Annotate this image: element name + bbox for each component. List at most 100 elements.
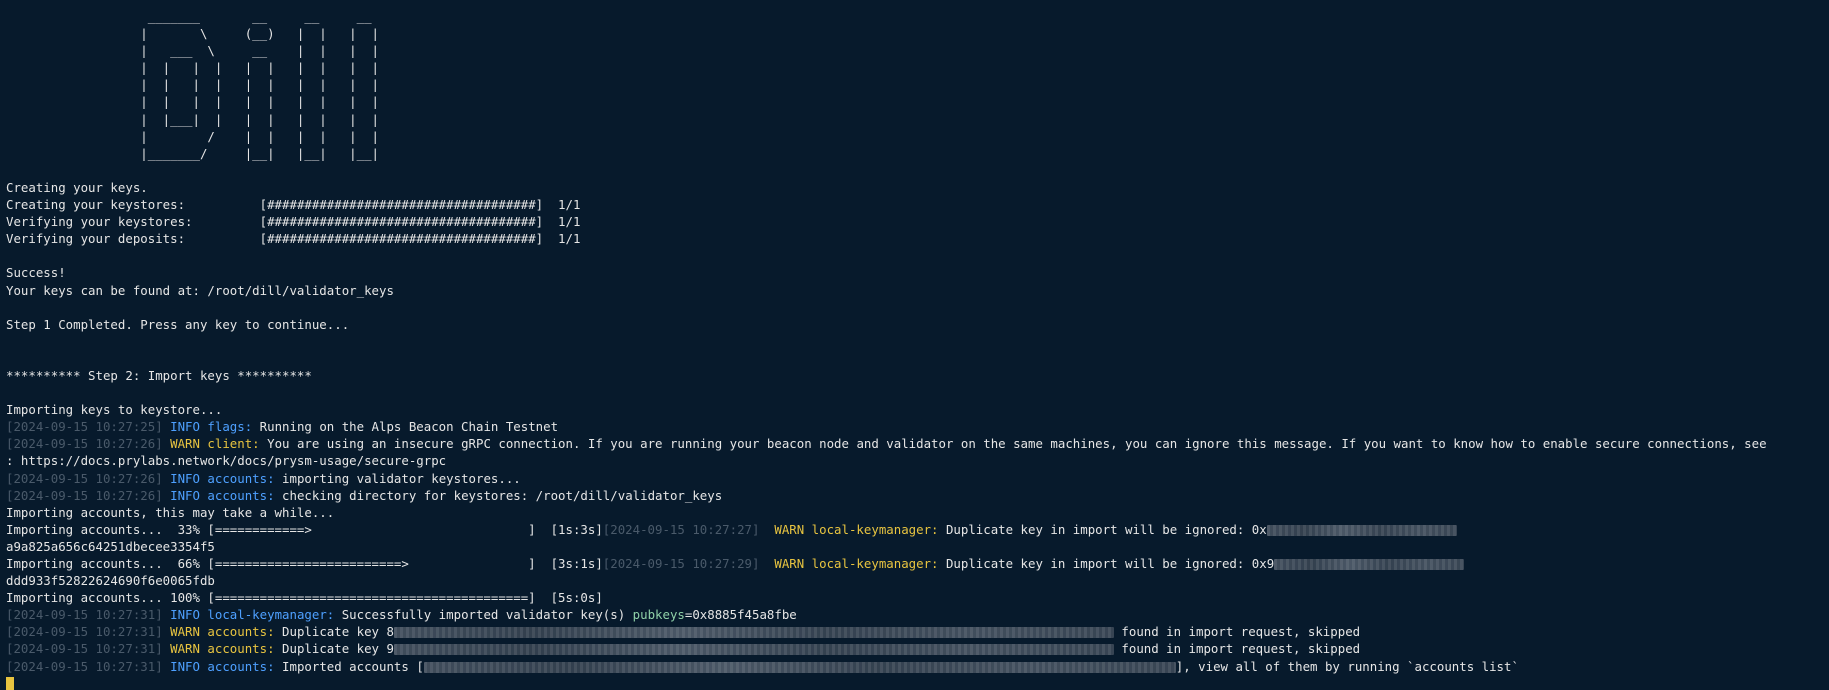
log-module: local-keymanager: xyxy=(804,556,939,571)
log-timestamp: [2024-09-15 10:27:27] xyxy=(602,521,760,537)
step2-header-line: ********** Step 2: Import keys *********… xyxy=(6,367,312,383)
progress-label: Creating your keystores: xyxy=(6,197,260,213)
ascii-banner-line: _______ __ __ __ xyxy=(6,9,372,24)
log-line: [2024-09-15 10:27:31] INFO local-keymana… xyxy=(6,606,1829,623)
log-module: accounts: xyxy=(199,624,275,640)
log-timestamp: [2024-09-15 10:27:29] xyxy=(602,556,760,571)
progress-bar: [####################################] xyxy=(259,231,544,247)
log-continuation-line: : https://docs.prylabs.network/docs/prys… xyxy=(6,453,447,469)
keys-location-line: Your keys can be found at: /root/dill/va… xyxy=(6,282,394,298)
log-continuation-line: a9a825a656c64251dbecee3354f5 xyxy=(6,538,215,554)
log-timestamp: [2024-09-15 10:27:31] xyxy=(6,607,163,623)
log-message-tail: found in import request, skipped xyxy=(1113,624,1361,640)
log-level-info: INFO xyxy=(162,470,200,486)
progress-label: Verifying your keystores: xyxy=(6,214,260,230)
log-level-warn: WARN xyxy=(162,436,200,452)
log-timestamp: [2024-09-15 10:27:26] xyxy=(6,436,163,452)
import-progress-line: Importing accounts... 33% [============>… xyxy=(6,521,1829,538)
log-module: local-keymanager: xyxy=(199,607,335,623)
log-module: client: xyxy=(199,436,260,452)
log-message: importing validator keystores... xyxy=(274,470,521,486)
log-message: Successfully imported validator key(s) xyxy=(334,607,633,623)
log-continuation-line: ddd933f52822624690f6e0065fdb xyxy=(6,573,215,589)
redacted-key-blur xyxy=(423,661,1176,673)
log-message: Imported accounts [ xyxy=(274,658,424,674)
log-line: [2024-09-15 10:27:26] INFO accounts: imp… xyxy=(6,470,1829,487)
ascii-banner-line: |_______/ |__| |__| |__| xyxy=(6,145,379,161)
log-module: accounts: xyxy=(199,641,275,657)
log-timestamp: [2024-09-15 10:27:31] xyxy=(6,641,163,657)
log-level-warn: WARN xyxy=(162,624,200,640)
log-line: [2024-09-15 10:27:25] INFO flags: Runnin… xyxy=(6,418,1829,435)
log-level-warn: WARN xyxy=(759,556,805,571)
log-message: checking directory for keystores: /root/… xyxy=(274,487,723,503)
redacted-key-blur xyxy=(1274,559,1465,570)
import-progress-line: Importing accounts... 100% [============… xyxy=(6,590,603,606)
ascii-banner-line: | |___| | | | | | | | xyxy=(6,111,379,127)
log-module: flags: xyxy=(199,419,253,435)
log-module: accounts: xyxy=(199,658,275,674)
log-message-tail: ], view all of them by running `accounts… xyxy=(1175,658,1519,674)
terminal-cursor xyxy=(6,677,14,690)
log-level-info: INFO xyxy=(162,658,200,674)
redacted-key-blur xyxy=(393,644,1114,656)
log-level-warn: WARN xyxy=(162,641,200,657)
creating-keys-line: Creating your keys. xyxy=(6,179,148,195)
ascii-banner-line: | | | | | | | | | | xyxy=(6,94,379,110)
log-field-value: =0x8885f45a8fbe xyxy=(684,607,797,623)
log-line: [2024-09-15 10:27:31] WARN accounts: Dup… xyxy=(6,640,1829,657)
log-line: [2024-09-15 10:27:31] INFO accounts: Imp… xyxy=(6,658,1829,675)
ascii-banner-line: | | | | | | | | | | xyxy=(6,77,379,93)
progress-row: Verifying your keystores: [#############… xyxy=(6,213,1829,230)
importing-accounts-line: Importing accounts, this may take a whil… xyxy=(6,504,335,520)
log-level-warn: WARN xyxy=(759,521,805,537)
terminal-window[interactable]: _______ __ __ __ | \ (__) | | | | | ___ … xyxy=(0,0,1829,690)
ascii-banner-line: | / | | | | | | xyxy=(6,128,379,144)
log-message-tail: found in import request, skipped xyxy=(1113,641,1361,657)
ascii-banner-line: | ___ \ __ | | | | xyxy=(6,43,379,59)
terminal-output: _______ __ __ __ | \ (__) | | | | | ___ … xyxy=(6,8,1829,690)
log-message: Duplicate key 8 xyxy=(274,624,394,640)
log-message: Duplicate key in import will be ignored:… xyxy=(938,521,1267,537)
prompt-line[interactable] xyxy=(6,675,1829,690)
log-message: Duplicate key 9 xyxy=(274,641,394,657)
log-line: [2024-09-15 10:27:26] INFO accounts: che… xyxy=(6,487,1829,504)
success-line: Success! xyxy=(6,265,66,281)
log-message: You are using an insecure gRPC connectio… xyxy=(259,436,1767,452)
step1-complete-line: Step 1 Completed. Press any key to conti… xyxy=(6,316,350,332)
ascii-banner-line: | \ (__) | | | | xyxy=(6,26,379,42)
log-level-info: INFO xyxy=(162,607,200,623)
log-message: Running on the Alps Beacon Chain Testnet xyxy=(252,419,559,435)
progress-bar: [####################################] xyxy=(259,197,544,213)
log-level-info: INFO xyxy=(162,487,200,503)
log-level-info: INFO xyxy=(162,419,200,435)
import-progress-text: Importing accounts... 66% [=============… xyxy=(6,556,603,571)
progress-count: 1/1 xyxy=(543,231,581,247)
redacted-key-blur xyxy=(1266,524,1457,536)
log-timestamp: [2024-09-15 10:27:31] xyxy=(6,658,163,674)
import-progress-text: Importing accounts... 33% [============>… xyxy=(6,521,603,537)
log-message: Duplicate key in import will be ignored:… xyxy=(938,556,1275,571)
log-field-key: pubkeys xyxy=(632,607,685,623)
progress-label: Verifying your deposits: xyxy=(6,231,260,247)
importing-keys-line: Importing keys to keystore... xyxy=(6,402,223,418)
log-timestamp: [2024-09-15 10:27:31] xyxy=(6,624,163,640)
import-progress-line: Importing accounts... 66% [=============… xyxy=(6,555,1829,572)
ascii-banner-line: | | | | | | | | | | xyxy=(6,60,379,76)
log-line: [2024-09-15 10:27:31] WARN accounts: Dup… xyxy=(6,623,1829,640)
progress-count: 1/1 xyxy=(543,214,581,230)
redacted-key-blur xyxy=(393,627,1114,639)
log-timestamp: [2024-09-15 10:27:25] xyxy=(6,419,163,435)
progress-bar: [####################################] xyxy=(259,214,544,230)
progress-row: Verifying your deposits: [##############… xyxy=(6,230,1829,247)
log-line: [2024-09-15 10:27:26] WARN client: You a… xyxy=(6,435,1829,452)
progress-count: 1/1 xyxy=(543,197,581,213)
log-module: local-keymanager: xyxy=(804,521,939,537)
log-module: accounts: xyxy=(199,487,275,503)
log-timestamp: [2024-09-15 10:27:26] xyxy=(6,470,163,486)
